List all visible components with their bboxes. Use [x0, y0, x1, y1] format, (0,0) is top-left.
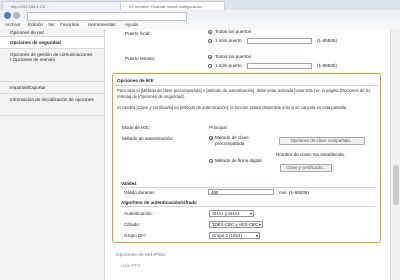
auth-algo-select[interactable]: SHA1 y SHA2 ▾ — [209, 210, 254, 217]
browser-tabs: http://192.168.1.21/... IIS nombre: Guar… — [0, 0, 400, 11]
dh-group-value: Grupo 2 (1024) — [212, 233, 242, 238]
psk-method-radio[interactable] — [209, 136, 213, 140]
local-single-port-radio[interactable] — [208, 39, 212, 43]
divider — [115, 85, 378, 86]
tab-title: IIS nombre: Guardar nueva configuración — [129, 4, 203, 9]
url-text: http://192.168.1.21/... — [11, 4, 49, 9]
ike-mode-label: Modo de IKE: — [122, 125, 150, 130]
validity-input[interactable]: 480 — [208, 189, 274, 195]
sidebar-item-init-info[interactable]: Información de inicialización de opcione… — [0, 94, 104, 116]
validity-title: Validez — [121, 181, 137, 186]
local-all-ports-radio[interactable] — [208, 30, 212, 34]
validity-label: Válido durante: — [124, 190, 155, 195]
back-icon[interactable] — [4, 12, 11, 19]
chevron-down-icon: ▾ — [249, 211, 252, 216]
digital-signature-label: Método de firma digital — [215, 158, 262, 163]
divider — [120, 187, 375, 188]
forward-icon[interactable] — [13, 12, 20, 19]
menu-herramientas[interactable]: Herramientas — [88, 22, 116, 27]
remote-all-ports-label: Todos los puertos — [215, 54, 252, 59]
remote-port-input[interactable] — [247, 63, 312, 69]
sidebar-item-label: Opciones de red — [10, 30, 44, 35]
divider — [120, 206, 375, 207]
sidebar-item-comm-management[interactable]: Opciones de gestión de comunicaciones / … — [0, 49, 104, 82]
local-port-label: Puerto local: — [125, 31, 151, 36]
ike-description-2: Si cambia [Clave y certificado] en [Méto… — [117, 105, 348, 110]
menu-favoritos[interactable]: Favoritos — [60, 22, 79, 27]
ike-mode-value: Principal — [209, 125, 227, 130]
menu-archivo[interactable]: Archivo — [5, 22, 20, 27]
scrollbar-thumb[interactable] — [393, 165, 399, 205]
menu-edicion[interactable]: Edición — [28, 22, 43, 27]
chevron-down-icon: ▾ — [258, 222, 261, 227]
sidebar: Opciones de red Opciones de seguridad Op… — [0, 29, 105, 280]
ike-description-1: Para usar el [Método de clave precompart… — [117, 88, 370, 99]
psk-method-label: Método de clave precompartida — [215, 135, 249, 146]
scrollbar[interactable] — [390, 29, 400, 280]
sidebar-item-import-export[interactable]: Importar/Exportar — [0, 82, 104, 94]
local-all-ports-label: Todos los puertos — [215, 29, 252, 34]
chevron-down-icon: ▾ — [255, 233, 258, 238]
validity-unit: min. (1-65535) — [279, 190, 309, 195]
sidebar-item-label: Importar/Exportar — [10, 85, 46, 90]
sidebar-item-label: Opciones de seguridad — [10, 40, 61, 45]
remote-port-label: Puerto remoto: — [125, 56, 156, 61]
ipsec-network-title: Opciones de red IPSec — [116, 252, 166, 257]
auth-algo-value: SHA1 y SHA2 — [212, 211, 240, 216]
remote-single-port-radio[interactable] — [208, 64, 212, 68]
cipher-select[interactable]: 3DES-CBC y AES-CBC ▾ — [209, 221, 263, 228]
ike-title: Opciones de IKE — [117, 78, 154, 83]
url-field[interactable] — [27, 12, 187, 21]
local-port-range: (1-65535) — [317, 38, 337, 43]
menu-ayuda[interactable]: Ayuda — [125, 22, 138, 27]
sidebar-item-label: Información de inicialización de opcione… — [10, 97, 94, 102]
remote-port-range: (1-65535) — [317, 63, 337, 68]
auth-algo-label: Autenticación: — [124, 211, 153, 216]
remote-all-ports-radio[interactable] — [208, 55, 212, 59]
remote-single-port-label: 1 sólo puerto — [215, 63, 242, 68]
menu-ver[interactable]: Ver — [48, 22, 55, 27]
digital-signature-radio[interactable] — [209, 159, 213, 163]
sidebar-item-label: Opciones de gestión de comunicaciones / … — [10, 52, 93, 62]
pfs-label: Usar PFS — [121, 263, 141, 268]
cipher-value: 3DES-CBC y AES-CBC — [212, 222, 259, 227]
dh-group-label: Grupo DH: — [124, 233, 146, 238]
key-name-status: Nombre de clave: No establecida. — [276, 152, 345, 157]
sidebar-item-network[interactable]: Opciones de red — [0, 29, 104, 37]
sidebar-item-security[interactable]: Opciones de seguridad — [0, 37, 104, 49]
dh-group-select[interactable]: Grupo 2 (1024) ▾ — [209, 232, 260, 239]
local-port-input[interactable] — [247, 38, 312, 44]
shared-key-options-button[interactable]: Opciones de clave compartida... — [279, 137, 365, 145]
cipher-label: Cifrado: — [124, 222, 141, 227]
auth-method-label: Método de autenticación: — [122, 136, 174, 141]
key-certificate-button[interactable]: Clave y certificado... — [280, 164, 332, 172]
algorithm-title: Algoritmo de autenticación/cifrado — [121, 200, 197, 205]
local-single-port-label: 1 sólo puerto — [215, 38, 242, 43]
